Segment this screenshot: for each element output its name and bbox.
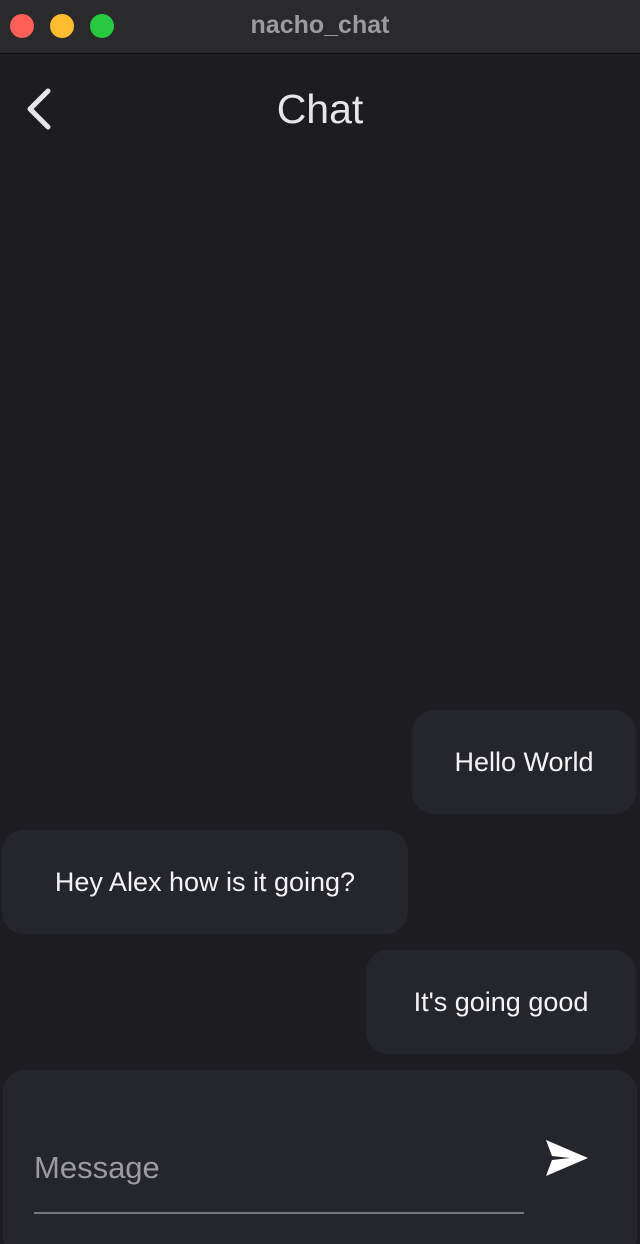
app-window: nacho_chat Chat Hello World Hey Alex how… [0, 0, 640, 1244]
app-bar: Chat [0, 54, 640, 166]
send-button[interactable] [535, 1130, 599, 1186]
message-composer [3, 1070, 637, 1244]
message-text: It's going good [413, 986, 589, 1017]
send-icon [546, 1140, 588, 1176]
page-title: Chat [276, 86, 364, 132]
message-text: Hello World [454, 746, 594, 777]
title-bar: nacho_chat [0, 0, 640, 54]
message-bubble-received: Hey Alex how is it going? [2, 830, 408, 934]
window-title: nacho_chat [250, 11, 390, 39]
message-text: Hey Alex how is it going? [54, 866, 356, 897]
message-bubble-sent: It's going good [366, 950, 636, 1054]
message-input[interactable] [34, 1124, 524, 1214]
message-bubble-sent: Hello World [412, 710, 636, 814]
